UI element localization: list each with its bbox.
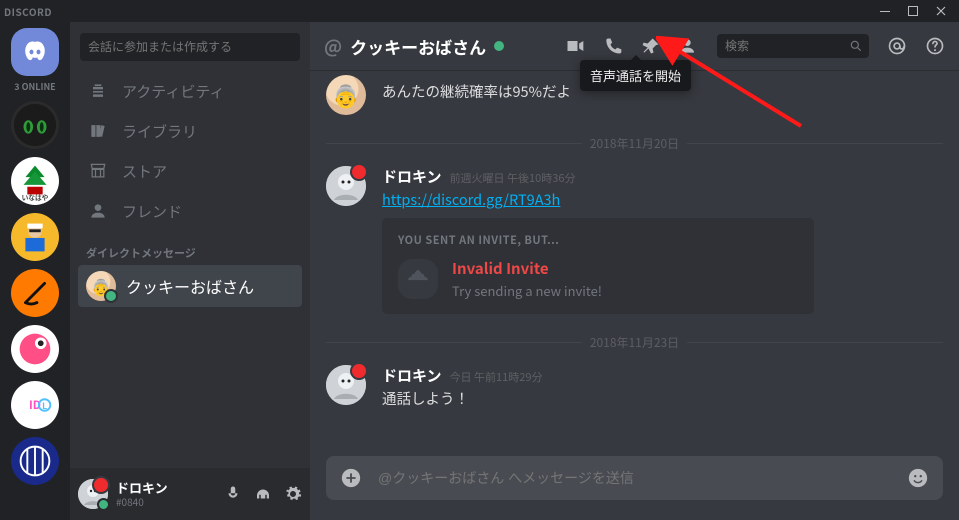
server-item-6[interactable]: IDL [11,381,59,429]
at-symbol: @ [324,33,342,59]
message-compose [310,456,959,520]
dm-item-cookie[interactable]: 👵 クッキーおばさん [78,265,302,307]
app-window: DISCORD 3 ONLINE いなはや [0,0,959,520]
home-button[interactable] [11,28,59,76]
svg-text:L: L [42,400,47,412]
activity-icon [88,81,108,101]
server-item-7[interactable] [11,437,59,485]
nav-friends[interactable]: フレンド [78,191,302,231]
library-icon [88,121,108,141]
invite-title: YOU SENT AN INVITE, BUT... [398,232,798,248]
nav-label: アクティビティ [122,81,224,102]
video-call-icon[interactable] [565,36,585,56]
nav-library[interactable]: ライブラリ [78,111,302,151]
voice-call-tooltip: 音声通話を開始 [580,60,691,91]
message: ドロキン 今日 午前11時29分 通話しよう！ [326,359,943,421]
date-separator: 2018年11月23日 [326,334,943,351]
dm-section-header: ダイレクトメッセージ [70,231,310,265]
pin-icon[interactable] [641,36,661,56]
voice-call-icon[interactable] [603,36,623,56]
invite-embed: YOU SENT AN INVITE, BUT... Invalid Invit… [382,218,814,314]
emoji-icon[interactable] [907,467,929,489]
channel-name: クッキーおばさん [350,34,486,59]
message-text: 通話しよう！ [382,388,943,409]
nav-label: ストア [122,161,167,182]
chat-main: @ クッキーおばさん [310,22,959,520]
nav-store[interactable]: ストア [78,151,302,191]
message-author[interactable]: ドロキン [382,365,442,386]
brand-wordmark: DISCORD [4,4,52,19]
server-item-3[interactable] [11,213,59,261]
avatar: 👵 [86,271,116,301]
maximize-button[interactable] [899,0,927,22]
dm-sidebar: アクティビティ ライブラリ ストア フレンド ダイレクトメッセージ 👵 ク [70,22,310,520]
close-button[interactable] [927,0,955,22]
message: ドロキン 前週火曜日 午後10時36分 https://discord.gg/R… [326,160,943,326]
dm-name: クッキーおばさん [126,274,254,298]
invite-subtext: Try sending a new invite! [452,281,602,300]
message-timestamp: 前週火曜日 午後10時36分 [450,170,576,186]
online-count: 3 ONLINE [14,80,55,93]
titlebar: DISCORD [0,0,959,22]
friends-icon [88,201,108,221]
invite-status: Invalid Invite [452,258,602,279]
search-input[interactable] [723,38,843,54]
nav-label: フレンド [122,201,182,222]
avatar [326,166,366,206]
invite-link[interactable]: https://discord.gg/RT9A3h [382,189,560,210]
window-controls [871,0,955,22]
store-icon [88,161,108,181]
date-separator: 2018年11月20日 [326,135,943,152]
self-avatar[interactable] [78,479,108,509]
message-list[interactable]: 👵 あんたの継続確率は95%だよ 2018年11月20日 ドロキン 前週火曜日 … [310,71,959,456]
minimize-button[interactable] [871,0,899,22]
add-friend-icon[interactable] [679,36,699,56]
search-icon [849,39,863,53]
settings-icon[interactable] [284,485,302,503]
status-indicator [494,41,504,51]
server-item-4[interactable] [11,269,59,317]
nav-activity[interactable]: アクティビティ [78,71,302,111]
deafen-icon[interactable] [254,485,272,503]
message-input[interactable] [376,469,893,487]
status-dot [97,498,110,511]
server-rail: 3 ONLINE いなはや IDL [0,22,70,520]
server-item-1[interactable] [11,101,59,149]
message-author[interactable]: ドロキン [382,166,442,187]
avatar: 👵 [326,75,366,115]
mentions-icon[interactable] [887,36,907,56]
status-dot [104,289,118,303]
svg-text:いなはや: いなはや [22,192,49,202]
nav-label: ライブラリ [122,121,197,142]
find-conversation-input[interactable] [80,33,300,61]
header-search[interactable] [717,34,869,58]
attach-icon[interactable] [340,467,362,489]
help-icon[interactable] [925,36,945,56]
avatar [326,365,366,405]
message-timestamp: 今日 午前11時29分 [450,369,543,385]
mute-icon[interactable] [224,485,242,503]
self-tag: #0840 [116,496,168,507]
server-item-5[interactable] [11,325,59,373]
poop-icon [398,259,438,299]
user-panel: ドロキン #0840 [70,468,310,520]
server-item-2[interactable]: いなはや [11,157,59,205]
